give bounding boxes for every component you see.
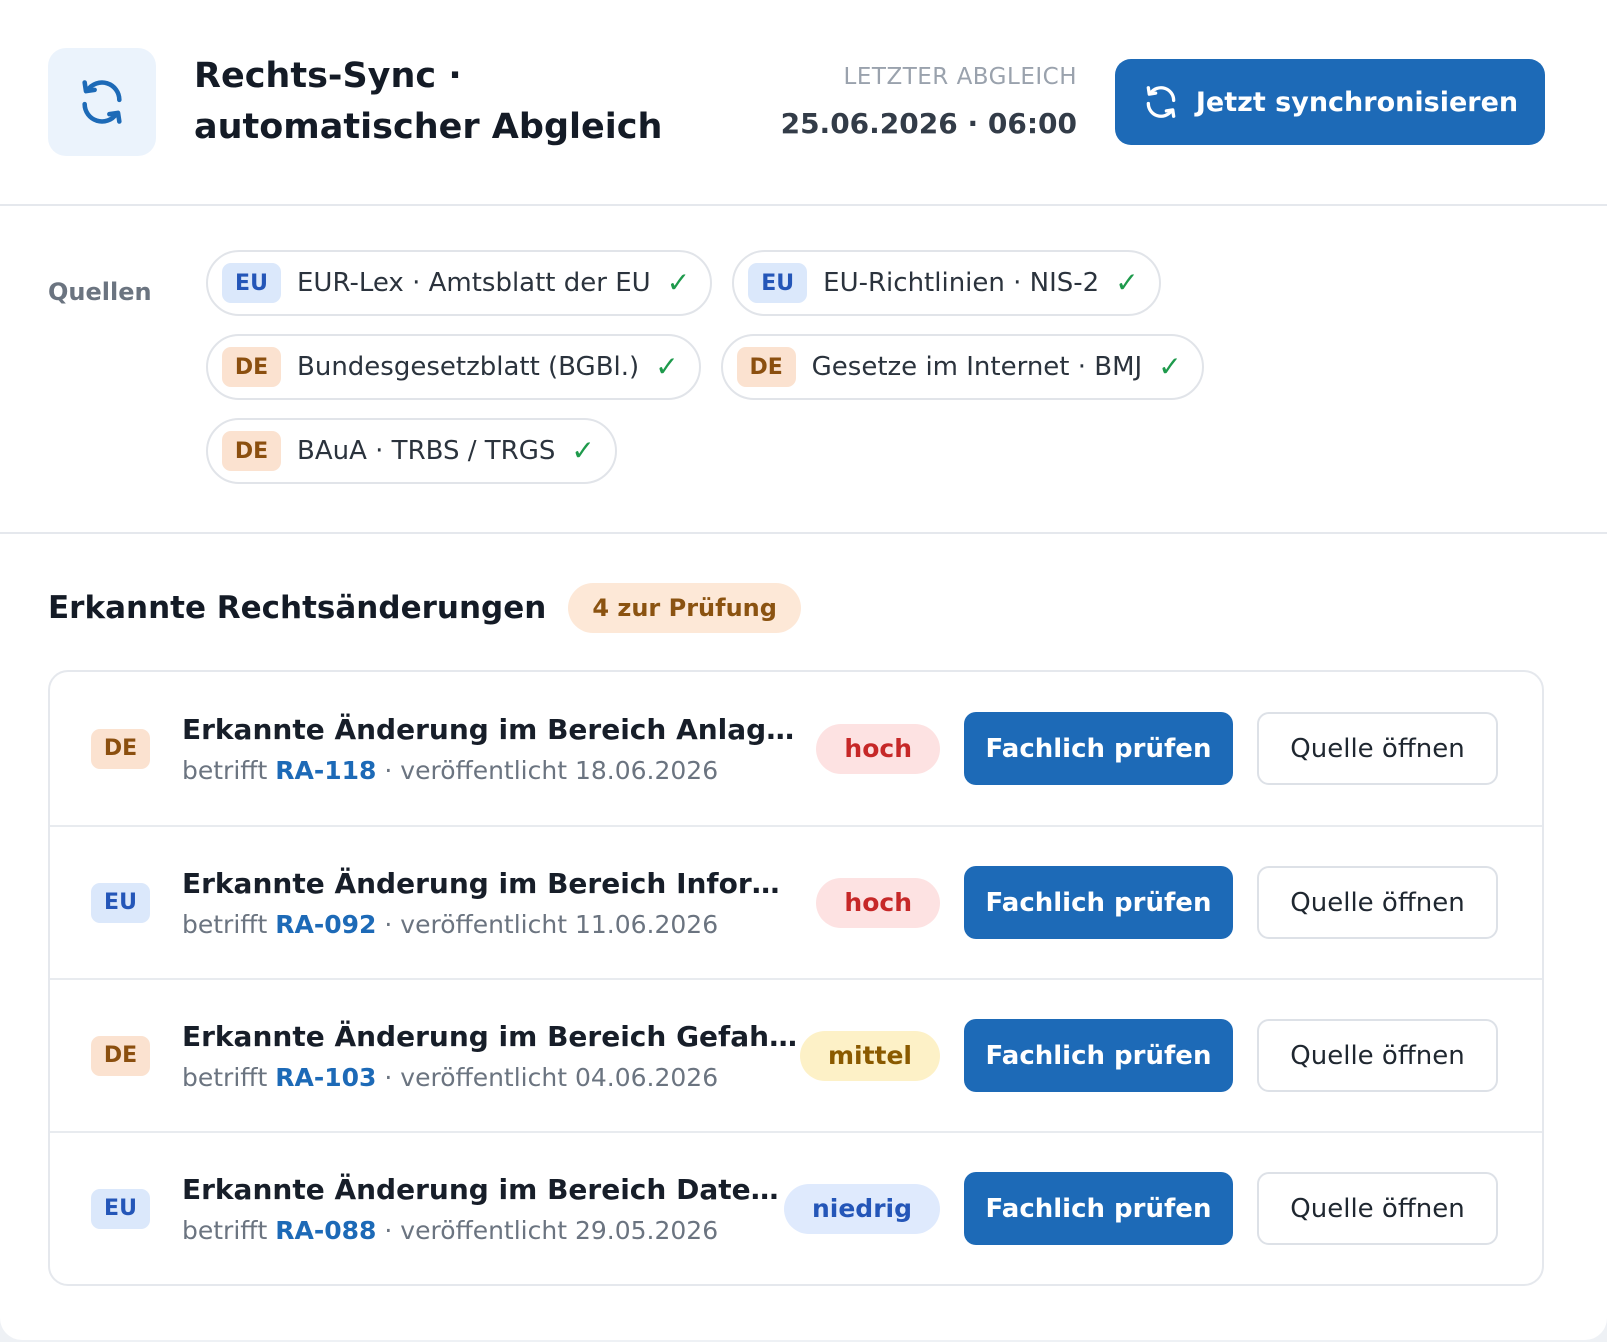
open-source-button[interactable]: Quelle öffnen <box>1257 1172 1498 1245</box>
open-source-button[interactable]: Quelle öffnen <box>1257 712 1498 785</box>
change-ref-link[interactable]: RA-118 <box>275 756 376 785</box>
change-ref-link[interactable]: RA-092 <box>275 910 376 939</box>
change-meta: betrifft RA-088 · veröffentlicht 29.05.2… <box>182 1216 798 1245</box>
change-text: Erkannte Änderung im Bereich Datensc... … <box>182 1173 798 1245</box>
region-tag: DE <box>222 347 281 387</box>
last-sync-value: 25.06.2026 · 06:00 <box>780 107 1077 140</box>
change-prefix: betrifft <box>182 1215 268 1245</box>
check-icon: ✓ <box>666 266 691 299</box>
review-button[interactable]: Fachlich prüfen <box>964 712 1233 785</box>
change-prefix: betrifft <box>182 755 268 785</box>
page-title: Rechts-Sync · automatischer Abgleich <box>194 56 663 147</box>
review-button[interactable]: Fachlich prüfen <box>964 1019 1233 1092</box>
region-tag: EU <box>222 263 281 303</box>
priority-badge: hoch <box>816 723 940 774</box>
change-prefix: betrifft <box>182 1062 268 1092</box>
last-sync-label: LETZTER ABGLEICH <box>843 64 1077 90</box>
sync-icon <box>1146 86 1176 118</box>
changes-section: Erkannte Rechtsänderungen 4 zur Prüfung … <box>0 534 1607 1286</box>
change-ref-link[interactable]: RA-103 <box>275 1063 376 1092</box>
change-ref-link[interactable]: RA-088 <box>275 1216 376 1245</box>
review-button[interactable]: Fachlich prüfen <box>964 866 1233 939</box>
source-chip[interactable]: DE Gesetze im Internet · BMJ ✓ <box>720 334 1204 400</box>
change-row: EU Erkannte Änderung im Bereich Informat… <box>50 825 1542 978</box>
region-tag: DE <box>736 347 796 387</box>
review-count-badge: 4 zur Prüfung <box>568 583 801 633</box>
changes-list: DE Erkannte Änderung im Bereich Anlagens… <box>48 670 1544 1286</box>
change-row: DE Erkannte Änderung im Bereich Gefahrst… <box>50 978 1542 1131</box>
header: Rechts-Sync · automatischer Abgleich LET… <box>0 0 1607 206</box>
change-row: DE Erkannte Änderung im Bereich Anlagens… <box>50 672 1542 825</box>
source-label: EUR-Lex · Amtsblatt der EU <box>297 268 651 298</box>
region-tag: EU <box>91 882 150 923</box>
source-chip[interactable]: DE Bundesgesetzblatt (BGBl.) ✓ <box>206 334 701 400</box>
sync-now-button[interactable]: Jetzt synchronisieren <box>1115 59 1545 145</box>
source-chips: EU EUR-Lex · Amtsblatt der EU ✓ EU EU-Ri… <box>206 250 1206 532</box>
change-published: · veröffentlicht 04.06.2026 <box>384 1062 719 1092</box>
check-icon: ✓ <box>571 434 595 467</box>
priority-badge: niedrig <box>783 1183 940 1234</box>
source-label: Gesetze im Internet · BMJ <box>811 352 1143 382</box>
region-tag: DE <box>222 431 281 471</box>
change-row: EU Erkannte Änderung im Bereich Datensc.… <box>50 1131 1542 1284</box>
source-label: Bundesgesetzblatt (BGBl.) <box>297 352 640 382</box>
change-meta: betrifft RA-103 · veröffentlicht 04.06.2… <box>182 1063 798 1092</box>
change-title: Erkannte Änderung im Bereich Datensc... <box>182 1172 798 1206</box>
changes-title: Erkannte Rechtsänderungen <box>48 590 547 626</box>
source-label: EU-Richtlinien · NIS-2 <box>823 268 1100 298</box>
region-tag: DE <box>91 1035 150 1076</box>
priority-badge: hoch <box>816 877 940 928</box>
change-published: · veröffentlicht 11.06.2026 <box>384 909 719 939</box>
source-chip[interactable]: EU EUR-Lex · Amtsblatt der EU ✓ <box>206 250 713 316</box>
change-prefix: betrifft <box>182 909 268 939</box>
open-source-button[interactable]: Quelle öffnen <box>1257 866 1498 939</box>
check-icon: ✓ <box>1158 350 1182 383</box>
priority-badge: mittel <box>799 1030 940 1081</box>
source-label: BAuA · TRBS / TRGS <box>297 436 556 466</box>
source-chip[interactable]: EU EU-Richtlinien · NIS-2 ✓ <box>732 250 1161 316</box>
check-icon: ✓ <box>655 350 679 383</box>
change-meta: betrifft RA-118 · veröffentlicht 18.06.2… <box>182 756 798 785</box>
change-meta: betrifft RA-092 · veröffentlicht 11.06.2… <box>182 910 798 939</box>
region-tag: EU <box>748 263 808 303</box>
sources-section: Quellen EU EUR-Lex · Amtsblatt der EU ✓ … <box>0 206 1607 534</box>
change-text: Erkannte Änderung im Bereich Gefahrst...… <box>182 1020 798 1092</box>
review-button[interactable]: Fachlich prüfen <box>964 1172 1233 1245</box>
sources-label: Quellen <box>48 278 152 306</box>
change-title: Erkannte Änderung im Bereich Anlagensi..… <box>182 712 798 746</box>
rechts-sync-card: Rechts-Sync · automatischer Abgleich LET… <box>0 0 1607 1340</box>
source-chip[interactable]: DE BAuA · TRBS / TRGS ✓ <box>206 418 617 484</box>
region-tag: EU <box>91 1188 150 1229</box>
sync-now-label: Jetzt synchronisieren <box>1195 86 1519 118</box>
change-title: Erkannte Änderung im Bereich Informati..… <box>182 866 798 900</box>
region-tag: DE <box>91 728 150 769</box>
change-published: · veröffentlicht 29.05.2026 <box>384 1215 719 1245</box>
last-sync: LETZTER ABGLEICH 25.06.2026 · 06:00 <box>781 62 1077 142</box>
change-published: · veröffentlicht 18.06.2026 <box>384 755 719 785</box>
check-icon: ✓ <box>1115 266 1139 299</box>
sync-icon <box>82 80 122 124</box>
changes-header: Erkannte Rechtsänderungen 4 zur Prüfung <box>48 582 1559 634</box>
change-text: Erkannte Änderung im Bereich Informati..… <box>182 867 798 939</box>
change-title: Erkannte Änderung im Bereich Gefahrst... <box>182 1019 798 1053</box>
sync-logo <box>48 48 156 156</box>
open-source-button[interactable]: Quelle öffnen <box>1257 1019 1498 1092</box>
change-text: Erkannte Änderung im Bereich Anlagensi..… <box>182 713 798 785</box>
